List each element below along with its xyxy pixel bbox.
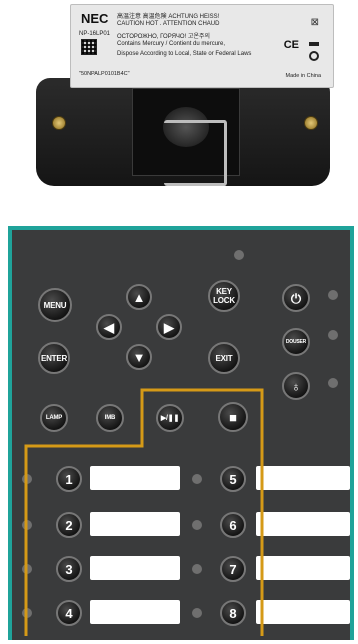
ce-mark: CE: [283, 39, 299, 51]
serial-number: "50NPALP0101B4C": [79, 71, 130, 77]
lamp-handle: [164, 120, 227, 186]
lamp-label: NEC NP-16LP01 高温注意 高温危険 ACHTUNG HEISS! C…: [70, 4, 334, 88]
wheelie-bin-icon: ⊠: [310, 17, 319, 28]
warning-line-4: Contains Mercury / Contient du mercure,: [117, 41, 226, 47]
bar-icon: [309, 42, 319, 46]
warning-line-3: ОСТОРОЖНО, ГОРЯЧО! 고온주의: [117, 34, 211, 40]
lamp-module-photo: NEC NP-16LP01 高温注意 高温危険 ACHTUNG HEISS! C…: [36, 0, 334, 200]
qr-code-icon: [81, 39, 97, 55]
screw-right: [304, 116, 318, 130]
recycle-icon: [309, 51, 319, 61]
control-panel: MENU ▲ KEY LOCK ⏻ ◀ ▶ DOUSER ENTER ▼ EXI…: [8, 226, 354, 640]
highlight-path: [24, 388, 264, 636]
screw-left: [52, 116, 66, 130]
warning-line-1: 高温注意 高温危険 ACHTUNG HEISS!: [117, 14, 220, 20]
highlight-outline: [24, 388, 264, 636]
made-in: Made in China: [285, 73, 321, 79]
model-number: NP-16LP01: [79, 31, 111, 37]
brand-logo: NEC: [81, 11, 109, 26]
warning-line-2: CAUTION HOT . ATTENTION CHAUD: [117, 21, 220, 27]
warning-line-5: Dispose According to Local, State or Fed…: [117, 51, 252, 57]
